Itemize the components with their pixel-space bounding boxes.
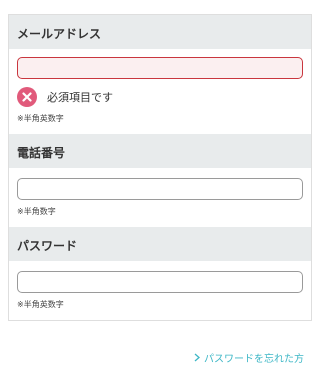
forgot-password-link[interactable]: パスワードを忘れた方 xyxy=(194,350,304,365)
email-note: ※半角英数字 xyxy=(17,114,64,123)
email-error-text: 必須項目です xyxy=(47,91,113,104)
email-section-body: 必須項目です ※半角英数字 xyxy=(9,49,311,134)
email-section-header: メールアドレス xyxy=(9,15,311,49)
password-field[interactable] xyxy=(17,271,303,293)
password-section-body: ※半角英数字 xyxy=(9,261,311,320)
error-x-icon xyxy=(17,87,37,107)
phone-note: ※半角数字 xyxy=(17,207,56,216)
chevron-right-icon xyxy=(194,353,200,362)
email-label: メールアドレス xyxy=(17,27,102,41)
phone-section-body: ※半角数字 xyxy=(9,168,311,227)
phone-section-header: 電話番号 xyxy=(9,134,311,168)
password-label: パスワード xyxy=(17,239,78,253)
phone-label: 電話番号 xyxy=(17,146,66,160)
forgot-password-label: パスワードを忘れた方 xyxy=(204,354,304,365)
email-field[interactable] xyxy=(17,57,303,79)
password-note: ※半角英数字 xyxy=(17,300,64,309)
password-section-header: パスワード xyxy=(9,227,311,261)
email-error: 必須項目です xyxy=(17,87,303,107)
phone-field[interactable] xyxy=(17,178,303,200)
login-form: メールアドレス 必須項目です ※半角英数字 電話番号 ※半角数字 パスワード ※… xyxy=(8,14,312,321)
